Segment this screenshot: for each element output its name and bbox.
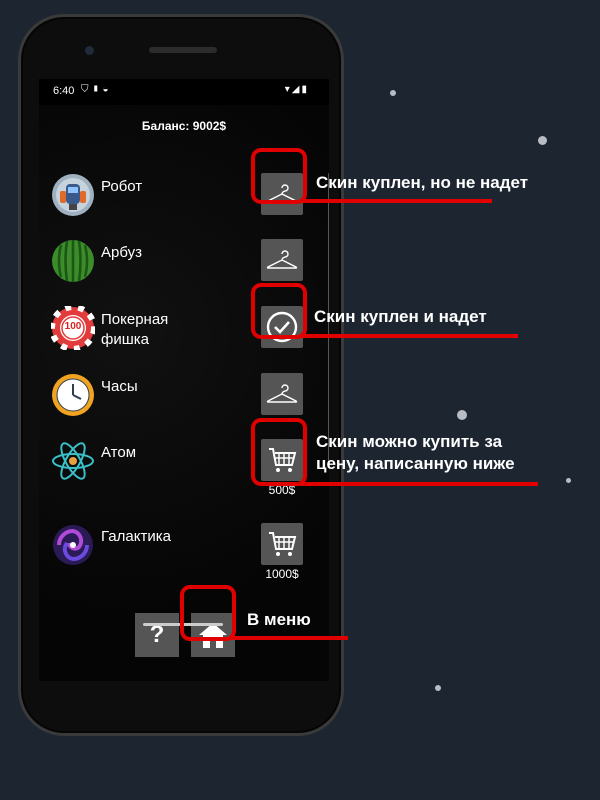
highlight-box: [251, 283, 307, 339]
front-camera: [85, 46, 94, 55]
cart-icon: [269, 532, 297, 556]
hanger-icon: [266, 384, 298, 403]
notification-icons: ⛉▮◒: [81, 84, 112, 95]
price-label: 1000$: [265, 567, 299, 581]
skin-row-galaxy: Галактика 1000$: [39, 523, 329, 583]
highlight-box: [180, 585, 236, 641]
highlight-box: [251, 148, 307, 204]
highlight-underline: [300, 199, 492, 203]
balance-label: Баланс: 9002$: [141, 119, 227, 133]
star: [390, 90, 396, 96]
star: [457, 410, 467, 420]
watermelon-icon: [51, 239, 95, 283]
highlight-underline: [300, 482, 538, 486]
annotation-bought-not-equipped: Скин куплен, но не надет: [316, 173, 529, 192]
chip-label: 100: [64, 321, 82, 332]
highlight-underline: [230, 636, 348, 640]
buy-skin-button[interactable]: [261, 523, 303, 565]
highlight-box: [251, 418, 307, 486]
annotation-bought-equipped: Скин куплен и надет: [314, 307, 487, 326]
skin-name: Робот: [101, 178, 143, 195]
annotation-can-buy: Скин можно купить за цену, написанную ни…: [316, 431, 515, 475]
system-icons: ▾◢▮: [284, 84, 309, 95]
star: [538, 136, 547, 145]
skin-name: Часы: [101, 378, 138, 395]
wear-skin-button[interactable]: [261, 239, 303, 281]
skin-name: Галактика: [101, 528, 171, 545]
star: [566, 478, 571, 483]
skin-name: Арбуз: [101, 244, 142, 261]
status-time: 6:40: [53, 85, 75, 97]
skin-name: Атом: [101, 444, 137, 461]
galaxy-icon: [51, 523, 95, 567]
poker-chip-icon: 100: [49, 304, 97, 352]
status-bar: 6:40 ⛉▮◒ ▾◢▮: [39, 79, 329, 105]
annotation-line: цену, написанную ниже: [316, 454, 515, 473]
speaker-grille: [149, 47, 217, 53]
star: [435, 685, 441, 691]
annotation-line: Скин можно купить за: [316, 432, 503, 451]
atom-icon: [51, 439, 95, 483]
clock-icon: [51, 373, 95, 417]
annotation-to-menu: В меню: [247, 610, 311, 629]
skin-name: Покерная фишка: [101, 311, 169, 348]
wear-skin-button[interactable]: [261, 373, 303, 415]
help-button[interactable]: ?: [135, 613, 179, 657]
hanger-icon: [266, 250, 298, 269]
highlight-underline: [300, 334, 518, 338]
robot-icon: [51, 173, 95, 217]
